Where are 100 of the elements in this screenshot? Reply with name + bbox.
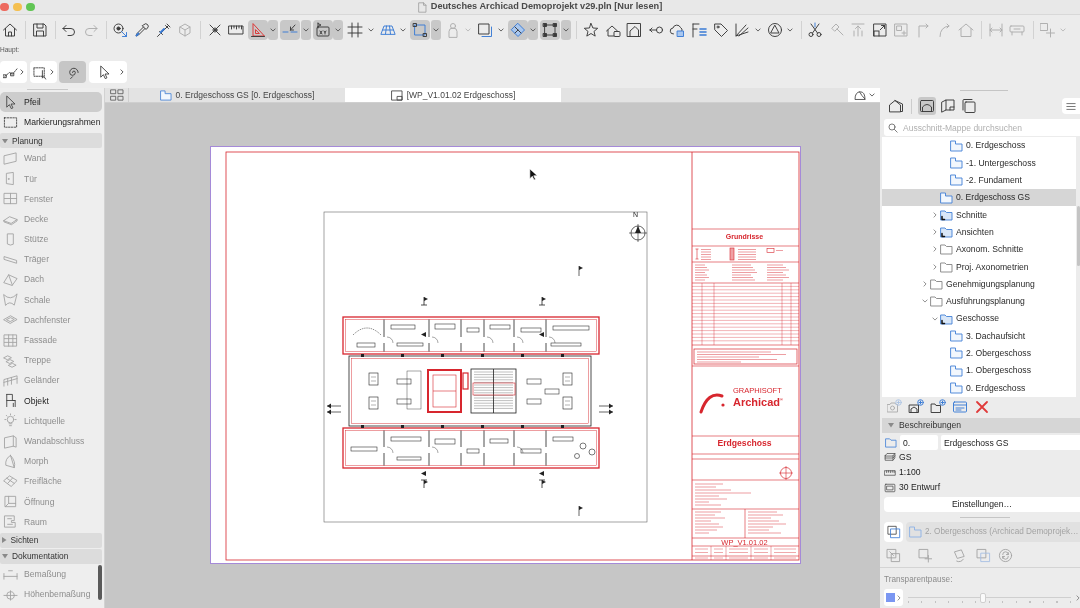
resize-squares-icon	[885, 548, 901, 563]
section-header[interactable]: Beschreibungen	[882, 418, 1080, 433]
tree-item[interactable]: Ausführungsplanung	[882, 292, 1076, 310]
folder-icon	[159, 89, 172, 101]
close-button[interactable]	[0, 2, 9, 12]
group-header[interactable]: Planung	[0, 133, 102, 149]
search-icon	[888, 122, 898, 133]
tree-item[interactable]: -2. Fundament	[882, 171, 1076, 189]
dropdown-button[interactable]	[848, 88, 880, 102]
star-icon	[582, 21, 599, 38]
tree-item[interactable]: Schnitte	[882, 206, 1076, 224]
tree-item[interactable]: Proj. Axonometrien	[882, 258, 1076, 276]
coordinate-box-button[interactable]	[312, 19, 333, 40]
trace-toggle-button[interactable]	[884, 522, 903, 542]
menu-button[interactable]	[1062, 98, 1080, 114]
scrollbar-thumb[interactable]	[98, 565, 102, 600]
set-square-button[interactable]	[247, 19, 268, 40]
node-square-button[interactable]	[540, 19, 561, 40]
folder-icon	[950, 329, 963, 342]
color-swatch-icon	[885, 593, 895, 602]
opening-icon	[3, 494, 18, 510]
shell-icon	[3, 292, 18, 308]
folder-icon	[940, 191, 953, 204]
diamond-button[interactable]	[507, 19, 528, 40]
room-outline-icon	[3, 514, 18, 530]
dimension-bracket-icon	[987, 21, 1004, 38]
scissors-icon	[807, 21, 824, 38]
number-field[interactable]: 0.	[900, 435, 938, 450]
caret-down-icon	[1059, 27, 1066, 32]
tree-item[interactable]: Ansichten	[882, 223, 1076, 241]
group-header[interactable]: Dokumentation	[0, 548, 102, 564]
railing-icon	[3, 373, 18, 389]
roof-icon	[3, 272, 18, 288]
tree-item[interactable]: 0. Erdgeschoss	[882, 137, 1076, 155]
dashed-path-button[interactable]	[0, 61, 27, 83]
grid-icon	[347, 21, 364, 38]
folder-plus-button[interactable]	[928, 398, 948, 416]
tree-item[interactable]: 0. Erdgeschoss	[882, 379, 1076, 397]
view-tab[interactable]: [WP_V1.01.02 Erdgeschoss]	[345, 88, 561, 102]
mesh-icon	[3, 473, 18, 489]
selection-corners-button[interactable]	[410, 19, 431, 40]
folder-icon	[940, 243, 953, 256]
window-title: Deutsches Archicad Demoprojekt v29.pln [Nur lesen]	[430, 1, 663, 13]
stairs-icon	[3, 352, 18, 368]
caret-down-icon	[400, 27, 407, 32]
pipette-icon	[133, 21, 150, 38]
house-outline-icon	[888, 98, 904, 114]
folded-sheet-icon	[940, 98, 956, 114]
triangle-circle-icon	[766, 21, 783, 38]
house-outline-tab[interactable]	[887, 97, 905, 115]
fan-lines-icon	[734, 21, 751, 38]
property-value: 30 Entwurf	[899, 482, 941, 493]
four-squares-icon	[109, 89, 124, 101]
search-input[interactable]: Ausschnitt-Mappe durchsuchen	[903, 120, 1080, 135]
monitor-icon	[884, 481, 896, 494]
spiral-button[interactable]	[59, 61, 86, 83]
dash-arrow-button[interactable]	[280, 19, 301, 40]
marked-folder-icon	[940, 208, 953, 221]
slider-thumb[interactable]	[979, 592, 986, 603]
tree-item[interactable]: -1. Untergeschoss	[882, 154, 1076, 172]
tree-item[interactable]: 0. Erdgeschoss GS	[882, 188, 1076, 207]
framed-arch-tab[interactable]	[918, 97, 936, 115]
settings-button[interactable]: Einstellungen…	[884, 497, 1080, 512]
target-arrow-icon	[112, 21, 129, 38]
tool-item[interactable]: Pfeil	[0, 92, 102, 113]
tree-item[interactable]: Axonom. Schnitte	[882, 240, 1076, 259]
tree-item[interactable]: Genehmigungsplanung	[882, 275, 1076, 293]
wall-panel-icon	[3, 150, 18, 166]
tool-item[interactable]: Markierungsrahmen	[0, 112, 102, 133]
name-field[interactable]: Erdgeschoss GS	[941, 435, 1080, 450]
color-swatch-button[interactable]	[884, 589, 903, 606]
tree-item[interactable]: 2. Obergeschoss	[882, 344, 1076, 362]
cursor-arrow-button[interactable]	[88, 61, 127, 83]
list-icon	[690, 21, 707, 38]
tool-item[interactable]: Objekt	[0, 390, 102, 411]
menu-icon	[1066, 101, 1076, 111]
selection-corners-icon	[412, 21, 429, 38]
tree-item[interactable]: Geschosse	[882, 309, 1076, 328]
dashed-rectangle-icon	[32, 64, 48, 80]
chevron-right-icon	[896, 594, 901, 601]
light-bulb-icon	[3, 413, 18, 429]
folded-sheet-tab[interactable]	[939, 97, 957, 115]
node-square-icon	[542, 21, 559, 38]
morph-icon	[3, 453, 18, 469]
cursor-arrow-icon	[529, 168, 538, 181]
stacked-pages-tab[interactable]	[960, 97, 978, 115]
tree-item[interactable]: 1. Obergeschoss	[882, 361, 1076, 380]
search-field[interactable]: Ausschnitt-Mappe durchsuchen	[884, 119, 1080, 136]
curtain-wall-icon	[3, 332, 18, 348]
view-plus-button[interactable]	[906, 398, 926, 416]
tree-item[interactable]: 3. Dachaufsicht	[882, 327, 1076, 345]
dashed-rectangle-button[interactable]	[29, 61, 57, 83]
property-value: GS	[899, 452, 912, 463]
zoom-button[interactable]	[26, 2, 35, 12]
refresh-circle-icon	[997, 548, 1013, 563]
scrollbar-thumb[interactable]	[1077, 206, 1080, 266]
group-header[interactable]: Sichten	[0, 532, 102, 548]
align-up-icon	[850, 21, 867, 38]
caret-down-icon	[497, 27, 504, 32]
diamond-icon	[509, 21, 526, 38]
